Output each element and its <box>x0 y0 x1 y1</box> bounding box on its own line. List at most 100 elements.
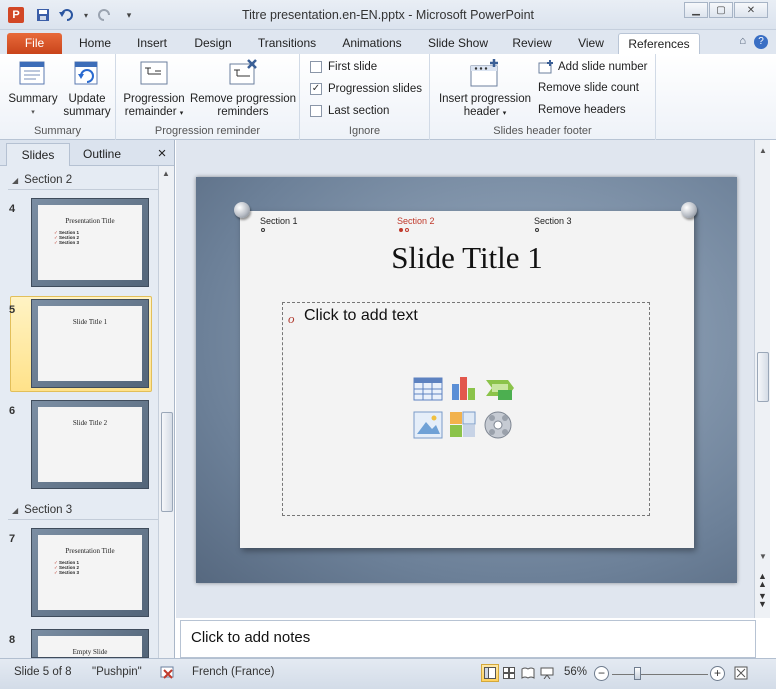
remove-progression-button[interactable]: Remove progression reminders <box>188 58 298 119</box>
insert-content-icons <box>412 376 518 442</box>
update-summary-label-1: Update <box>68 93 106 105</box>
maximize-button[interactable]: ▢ <box>709 2 733 18</box>
scroll-up-icon[interactable]: ▲ <box>162 169 170 178</box>
first-slide-box <box>310 61 322 73</box>
insert-header-icon <box>468 58 502 90</box>
nav-dot-3 <box>535 228 539 232</box>
zoom-slider-knob[interactable] <box>634 667 641 680</box>
first-slide-label: First slide <box>328 61 378 73</box>
spelling-icon[interactable] <box>160 664 176 683</box>
tab-outline[interactable]: Outline <box>72 143 132 166</box>
progression-label-2: remainder ▾ <box>124 106 184 118</box>
insert-picture-icon[interactable] <box>413 411 443 439</box>
zoom-slider-track[interactable] <box>612 674 708 675</box>
update-summary-button[interactable]: Update summary <box>62 58 112 119</box>
insert-clipart-icon[interactable] <box>450 411 476 437</box>
tab-slides[interactable]: Slides <box>6 143 70 166</box>
progression-remainder-button[interactable]: Progression remainder ▾ <box>120 58 188 120</box>
remove-slide-count-button[interactable]: Remove slide count <box>538 82 639 94</box>
summary-icon <box>16 58 50 90</box>
thumb-title: Empty Slide <box>72 648 108 656</box>
reading-view-icon[interactable] <box>519 664 537 682</box>
tab-slide-show[interactable]: Slide Show <box>424 33 492 54</box>
next-slide-icon[interactable]: ▼ ▼ <box>758 592 767 609</box>
slides-panel-scrollbar[interactable]: ▲ <box>158 166 174 658</box>
scroll-up-icon[interactable]: ▲ <box>759 146 767 155</box>
collapse-section-icon[interactable]: ◢ <box>12 176 18 185</box>
group-label-header-footer: Slides header footer <box>493 125 592 137</box>
tab-transitions[interactable]: Transitions <box>252 33 322 54</box>
slide-thumbnail-8[interactable]: Empty Slide <box>31 629 149 658</box>
remove-progression-label-1: Remove progression <box>189 93 297 105</box>
group-slides-header-footer: Insert progression header ▾ Add slide nu… <box>430 54 656 140</box>
nav-dot-2a <box>399 228 403 232</box>
insert-progression-header-button[interactable]: Insert progression header ▾ <box>434 58 536 120</box>
editing-area-scrollbar[interactable]: ▲ ▼ ▲ ▲ ▼ ▼ <box>754 140 770 618</box>
previous-slide-icon[interactable]: ▲ ▲ <box>758 572 767 589</box>
tab-home[interactable]: Home <box>74 33 116 54</box>
slides-panel-scroll-thumb[interactable] <box>161 412 173 512</box>
slide-sorter-icon[interactable] <box>500 664 518 682</box>
last-section-label: Last section <box>328 105 390 117</box>
add-slide-number-icon <box>538 60 553 74</box>
zoom-in-button[interactable]: + <box>710 666 725 681</box>
section-header-2[interactable]: ◢ Section 2 <box>8 170 158 190</box>
section-header-3[interactable]: ◢ Section 3 <box>8 500 158 520</box>
summary-button[interactable]: Summary ▾ <box>8 58 58 119</box>
slideshow-view-icon[interactable] <box>538 664 556 682</box>
insert-table-icon[interactable] <box>413 377 443 401</box>
insert-smartart-icon[interactable] <box>486 380 514 400</box>
tab-animations[interactable]: Animations <box>338 33 406 54</box>
collapse-section-icon[interactable]: ◢ <box>12 506 18 515</box>
close-panel-icon[interactable]: × <box>152 143 172 166</box>
bullet-glyph: o <box>288 311 295 326</box>
add-slide-number-button[interactable]: Add slide number <box>538 60 648 74</box>
slide-thumbnail-5[interactable]: Slide Title 1 <box>31 299 149 388</box>
insert-media-icon[interactable] <box>484 411 512 439</box>
summary-label: Summary <box>8 93 58 105</box>
scroll-down-icon[interactable]: ▼ <box>759 552 767 561</box>
tab-insert[interactable]: Insert <box>131 33 173 54</box>
group-ignore: First slide ✓ Progression slides Last se… <box>300 54 430 140</box>
thumb-title: Presentation Title <box>65 547 115 555</box>
editing-scroll-thumb[interactable] <box>757 352 769 402</box>
tab-file[interactable]: File <box>7 33 62 54</box>
progression-icon <box>137 58 171 90</box>
slide-thumbnail-6[interactable]: Slide Title 2 <box>31 400 149 489</box>
notes-placeholder: Click to add notes <box>191 629 311 646</box>
update-summary-icon <box>70 58 104 90</box>
zoom-out-button[interactable]: − <box>594 666 609 681</box>
progression-label-1: Progression <box>123 93 185 105</box>
content-placeholder-text: Click to add text <box>304 307 418 324</box>
zoom-level[interactable]: 56% <box>564 666 587 678</box>
slide-thumbnail-4[interactable]: Presentation Title ✓ Section 1 ✓ Section … <box>31 198 149 287</box>
normal-view-icon[interactable] <box>481 664 499 682</box>
tab-view[interactable]: View <box>570 33 612 54</box>
remove-headers-button[interactable]: Remove headers <box>538 104 626 116</box>
fit-to-window-icon[interactable] <box>732 664 750 682</box>
language-indicator[interactable]: French (France) <box>192 666 274 678</box>
tab-references[interactable]: References <box>618 33 700 54</box>
last-section-checkbox[interactable]: Last section <box>310 105 389 117</box>
insert-chart-icon[interactable] <box>452 377 475 400</box>
group-progression-reminder: Progression remainder ▾ Remove progressi… <box>116 54 300 140</box>
notes-pane[interactable]: Click to add notes <box>180 620 756 658</box>
close-button[interactable]: ✕ <box>734 2 768 18</box>
window-title: Titre presentation.en-EN.pptx - Microsof… <box>241 8 535 22</box>
tab-review[interactable]: Review <box>508 33 556 54</box>
progression-slides-box: ✓ <box>310 83 322 95</box>
minimize-button[interactable]: ▁ <box>684 2 708 18</box>
first-slide-checkbox[interactable]: First slide <box>310 61 377 73</box>
slide-thumbnail-7[interactable]: Presentation Title ✓ Section 1 ✓ Section … <box>31 528 149 617</box>
help-icon[interactable]: ? <box>754 35 768 49</box>
tab-design[interactable]: Design <box>189 33 237 54</box>
pushpin-right-icon <box>681 202 697 218</box>
progression-slides-checkbox[interactable]: ✓ Progression slides <box>310 83 422 95</box>
slide-number-5: 5 <box>9 304 16 316</box>
remove-progression-label-2: reminders <box>217 106 269 118</box>
minimize-ribbon-icon[interactable]: ⌂ <box>739 35 746 49</box>
slide-title[interactable]: Slide Title 1 <box>240 240 694 276</box>
nav-section-2: Section 2 <box>397 216 435 226</box>
theme-name: "Pushpin" <box>92 666 142 678</box>
slides-panel-tabs: Slides Outline × <box>0 140 174 166</box>
